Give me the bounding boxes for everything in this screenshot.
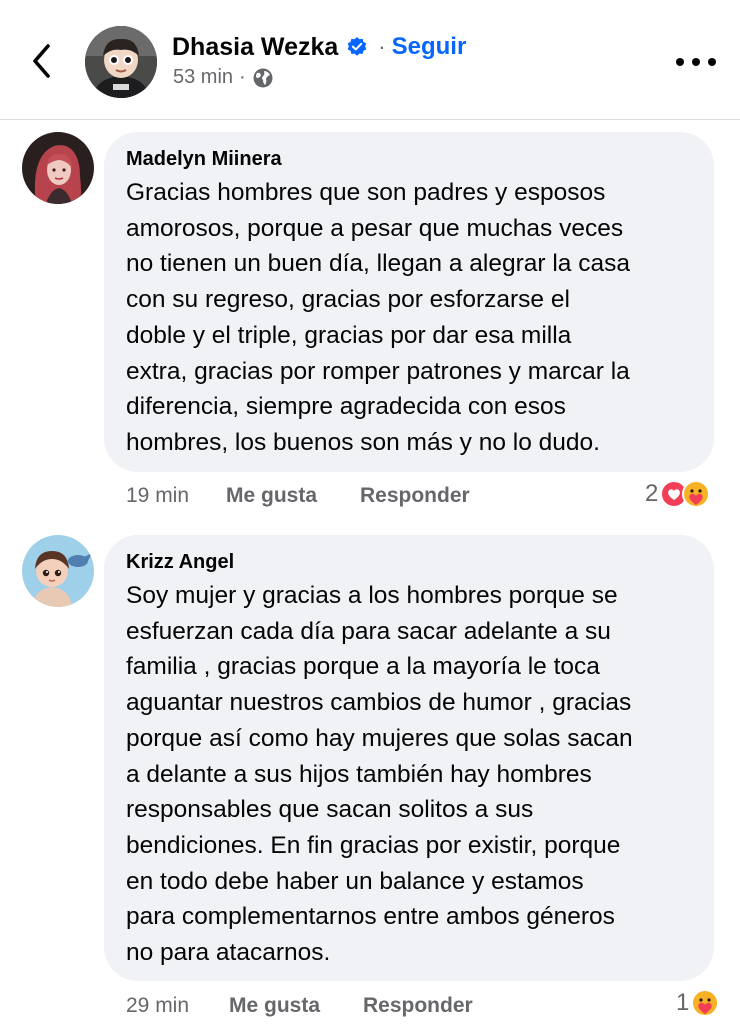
- comment-actions: 29 min Me gusta Responder: [126, 994, 526, 1020]
- comment-bubble[interactable]: Madelyn Miinera Gracias hombres que son …: [104, 132, 714, 472]
- author-name[interactable]: Dhasia Wezka: [172, 33, 338, 62]
- commenter-avatar[interactable]: [22, 535, 94, 607]
- comment-line: hombres, los buenos son más y no lo dudo…: [126, 428, 600, 456]
- separator-dot: ·: [239, 66, 246, 88]
- comment-line: para complementarnos entre ambos géneros: [126, 903, 615, 931]
- comment-actions: 19 min Me gusta Responder: [126, 484, 526, 510]
- comment-time[interactable]: 29 min: [126, 994, 189, 1018]
- back-button[interactable]: [22, 38, 62, 84]
- comment-line: Gracias hombres que son padres y esposos: [126, 179, 606, 206]
- comment-line: amorosos, porque a pesar que muchas vece…: [126, 214, 624, 242]
- separator-dot: ·: [378, 34, 386, 59]
- comment-line: bendiciones. En fin gracias por existir,…: [126, 831, 621, 859]
- reaction-summary[interactable]: 2: [645, 480, 711, 508]
- comment-text: Soy mujer y gracias a los hombres porque…: [126, 578, 633, 971]
- comment-time[interactable]: 19 min: [126, 484, 189, 508]
- like-button[interactable]: Me gusta: [226, 484, 317, 508]
- commenter-name[interactable]: Krizz Angel: [126, 551, 234, 574]
- comment-line: en todo debe haber un balance y estamos: [126, 867, 584, 895]
- reaction-count: 2: [645, 480, 659, 507]
- comment-line: esfuerzan cada día para sacar adelante a…: [126, 617, 611, 645]
- care-icon: [691, 989, 720, 1017]
- reply-button[interactable]: Responder: [360, 484, 470, 508]
- comment-line: familia , gracias porque a la mayoría le…: [126, 653, 600, 681]
- author-avatar[interactable]: [85, 26, 157, 98]
- verified-badge-icon: [347, 37, 367, 56]
- comment-line: con su regreso, gracias por esforzarse e…: [126, 286, 570, 314]
- comment-line: diferencia, siempre agradecida con esos: [126, 393, 566, 421]
- commenter-name[interactable]: Madelyn Miinera: [126, 148, 282, 171]
- comment-line: extra, gracias por romper patrones y mar…: [126, 357, 630, 385]
- reaction-summary[interactable]: 1: [676, 989, 720, 1017]
- comment-bubble[interactable]: Krizz Angel Soy mujer y gracias a los ho…: [104, 535, 714, 981]
- chevron-left-icon: [33, 44, 50, 78]
- globe-icon: [253, 68, 273, 87]
- like-button[interactable]: Me gusta: [229, 994, 320, 1018]
- comment-line: porque así como hay mujeres que solas sa…: [126, 724, 633, 752]
- comment-text: Gracias hombres que son padres y esposos…: [126, 175, 630, 461]
- more-dot-icon: [676, 58, 684, 66]
- reaction-count: 1: [676, 989, 690, 1016]
- reply-button[interactable]: Responder: [363, 994, 473, 1018]
- comment-line: no tienen un buen día, llegan a alegrar …: [126, 250, 630, 278]
- comment-line: a delante a sus hijos también hay hombre…: [126, 760, 592, 788]
- commenter-avatar[interactable]: [22, 132, 94, 204]
- post-header: Dhasia Wezka · Seguir 53 min ·: [0, 0, 740, 120]
- more-dot-icon: [708, 58, 716, 66]
- comment-line: no para atacarnos.: [126, 939, 331, 967]
- post-time[interactable]: 53 min: [173, 66, 233, 89]
- comment-line: Soy mujer y gracias a los hombres porque…: [126, 582, 618, 609]
- more-options-button[interactable]: [676, 50, 716, 74]
- care-icon: [682, 480, 711, 508]
- header-divider: [0, 119, 740, 120]
- more-dot-icon: [692, 58, 700, 66]
- comment-line: aguantar nuestros cambios de humor , gra…: [126, 689, 632, 717]
- follow-button[interactable]: Seguir: [392, 33, 467, 61]
- comment-line: responsables que sacan solitos a sus: [126, 796, 534, 824]
- comment-line: doble y el triple, gracias por dar esa m…: [126, 321, 572, 349]
- post-meta: 53 min ·: [173, 66, 274, 89]
